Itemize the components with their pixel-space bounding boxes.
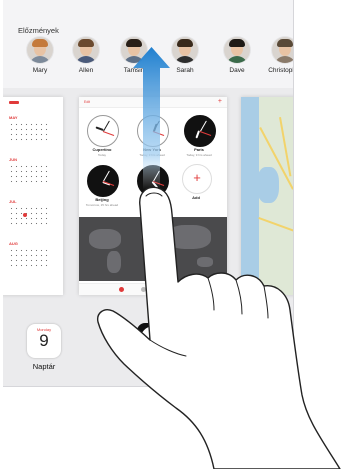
finger-hand-icon	[97, 186, 341, 469]
